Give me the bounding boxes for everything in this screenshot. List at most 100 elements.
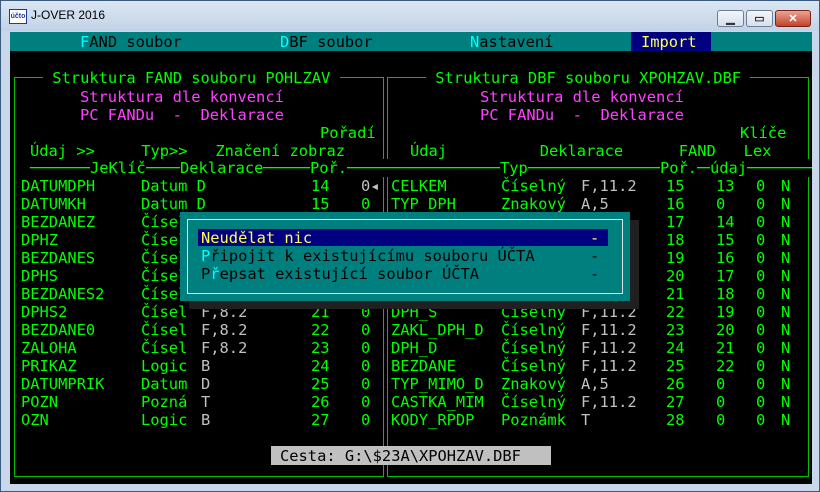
right-cell: 0	[716, 411, 726, 429]
left-panel-title: Struktura FAND souboru POHLZAV	[43, 69, 340, 87]
right-cell[interactable]: DPH_S	[391, 303, 437, 321]
dialog-option-nothing[interactable]: Neudělat nic	[201, 229, 312, 247]
left-cell: 0	[361, 195, 371, 213]
left-cell: Datum D	[141, 195, 206, 213]
right-cell: Číselný	[501, 177, 566, 195]
maximize-icon: ▭	[754, 13, 765, 25]
left-cell: Čísel	[141, 303, 188, 321]
left-cell: Datum D	[141, 177, 206, 195]
right-cell: N	[781, 321, 791, 339]
application-window: účto J-OVER 2016 ▁ ▭ ✕ FAND soubor DBF s…	[0, 0, 820, 492]
left-cell[interactable]: ZALOHA	[21, 339, 77, 357]
right-cell[interactable]: BEZDANE	[391, 357, 456, 375]
right-cell: N	[781, 285, 791, 303]
app-icon: účto	[9, 9, 27, 24]
right-header-line: ────────────────────────────────────────…	[390, 159, 812, 177]
right-cell: F,11.2	[581, 357, 637, 375]
right-cell[interactable]: DPH_D	[391, 339, 437, 357]
right-cell: N	[781, 267, 791, 285]
right-cell: 13	[716, 177, 735, 195]
right-cell: 16	[666, 195, 685, 213]
right-cell: 0	[756, 267, 766, 285]
right-cell: 0	[756, 249, 766, 267]
left-cell: 0	[361, 321, 371, 339]
right-header-klice: Klíče	[740, 124, 787, 142]
left-cell: Pozná	[141, 393, 188, 411]
left-cell[interactable]: POZN	[21, 393, 58, 411]
right-cell: F,11.2	[581, 393, 637, 411]
left-cell[interactable]: DPHS2	[21, 303, 67, 321]
menu-item-dbf[interactable]: DBF soubor	[280, 33, 373, 51]
left-cell[interactable]: BEZDANEZ	[21, 213, 95, 231]
right-cell: F,11.2	[581, 339, 637, 357]
minimize-button[interactable]: ▁	[717, 10, 744, 27]
left-cell[interactable]: BEZDANE0	[21, 321, 95, 339]
left-cell[interactable]: PRIKAZ	[21, 357, 77, 375]
maximize-button[interactable]: ▭	[746, 10, 773, 27]
right-header-udaj: údaj	[710, 159, 748, 177]
left-cell: F,8.2	[201, 303, 248, 321]
left-cell: 0	[361, 303, 371, 321]
left-cell[interactable]: OZN	[21, 411, 49, 429]
right-cell[interactable]: TYP_MIMO_D	[391, 375, 484, 393]
left-cell[interactable]: DPHS	[21, 267, 58, 285]
right-cell: 25	[666, 357, 685, 375]
right-cell: F,11.2	[581, 321, 637, 339]
right-cell: 0	[756, 231, 766, 249]
right-cell: 14	[716, 213, 735, 231]
menu-item-nastaveni[interactable]: Nastavení	[470, 33, 553, 51]
left-cell[interactable]: BEZDANES	[21, 249, 95, 267]
right-cell: 20	[716, 321, 735, 339]
right-cell: 0	[756, 357, 766, 375]
minimize-icon: ▁	[726, 13, 735, 25]
left-cell[interactable]: DATUMPRIK	[21, 375, 104, 393]
dialog-option-overwrite[interactable]: Přepsat existující soubor ÚČTA	[201, 265, 479, 283]
right-cell: 16	[716, 249, 735, 267]
right-cell: Znakový	[501, 375, 566, 393]
left-cell[interactable]: BEZDANES2	[21, 285, 104, 303]
left-cell: B	[201, 411, 211, 429]
right-cell: 18	[666, 231, 685, 249]
import-dialog: Neudělat nic - Připojit k existujícímu s…	[180, 212, 630, 301]
right-cell: 0	[716, 375, 726, 393]
left-cell: 0	[361, 375, 371, 393]
left-cell: 27	[311, 411, 330, 429]
right-cell: 0	[756, 339, 766, 357]
left-cell: T	[201, 393, 211, 411]
right-cell: N	[781, 303, 791, 321]
left-cell: 21	[311, 303, 330, 321]
title-bar[interactable]: účto J-OVER 2016 ▁ ▭ ✕	[1, 1, 819, 31]
menu-item-import[interactable]: Import	[641, 33, 697, 51]
right-cell[interactable]: KODY_RPDP	[391, 411, 474, 429]
right-header-row: Údaj Deklarace FAND Lex	[410, 142, 772, 160]
right-cell[interactable]: ZAKL_DPH_D	[391, 321, 484, 339]
close-button[interactable]: ✕	[775, 10, 811, 27]
left-cell[interactable]: DATUMKH	[21, 195, 86, 213]
right-cell[interactable]: TYP_DPH	[391, 195, 456, 213]
right-cell: N	[781, 213, 791, 231]
right-cell[interactable]: CELKEM	[391, 177, 447, 195]
menu-item-fand[interactable]: FAND soubor	[80, 33, 182, 51]
right-cell: 26	[666, 375, 685, 393]
left-cell[interactable]: DPHZ	[21, 231, 58, 249]
right-cell: Číselný	[501, 339, 566, 357]
right-cell: 0	[756, 195, 766, 213]
dialog-option-append[interactable]: Připojit k existujícímu souboru ÚČTA	[201, 247, 535, 265]
right-cell: 22	[716, 357, 735, 375]
right-cell: Znakový	[501, 195, 566, 213]
right-cell: 19	[666, 249, 685, 267]
left-cell: 23	[311, 339, 330, 357]
right-cell: N	[781, 249, 791, 267]
right-cell: 0	[756, 411, 766, 429]
right-header-por: Poř.	[660, 159, 698, 177]
left-cell[interactable]: DATUMDPH	[21, 177, 95, 195]
right-cell: 21	[666, 285, 685, 303]
right-subtitle-1: Struktura dle konvencí	[480, 88, 684, 106]
close-icon: ✕	[788, 13, 798, 25]
right-cell: A,5	[581, 375, 609, 393]
right-cell: 24	[666, 339, 685, 357]
dialog-option-nothing-dash: -	[590, 229, 600, 247]
right-cell[interactable]: CASTKA_MIM	[391, 393, 484, 411]
window-title: J-OVER 2016	[31, 8, 106, 22]
left-header-jeklic: JeKlíč	[90, 159, 146, 177]
